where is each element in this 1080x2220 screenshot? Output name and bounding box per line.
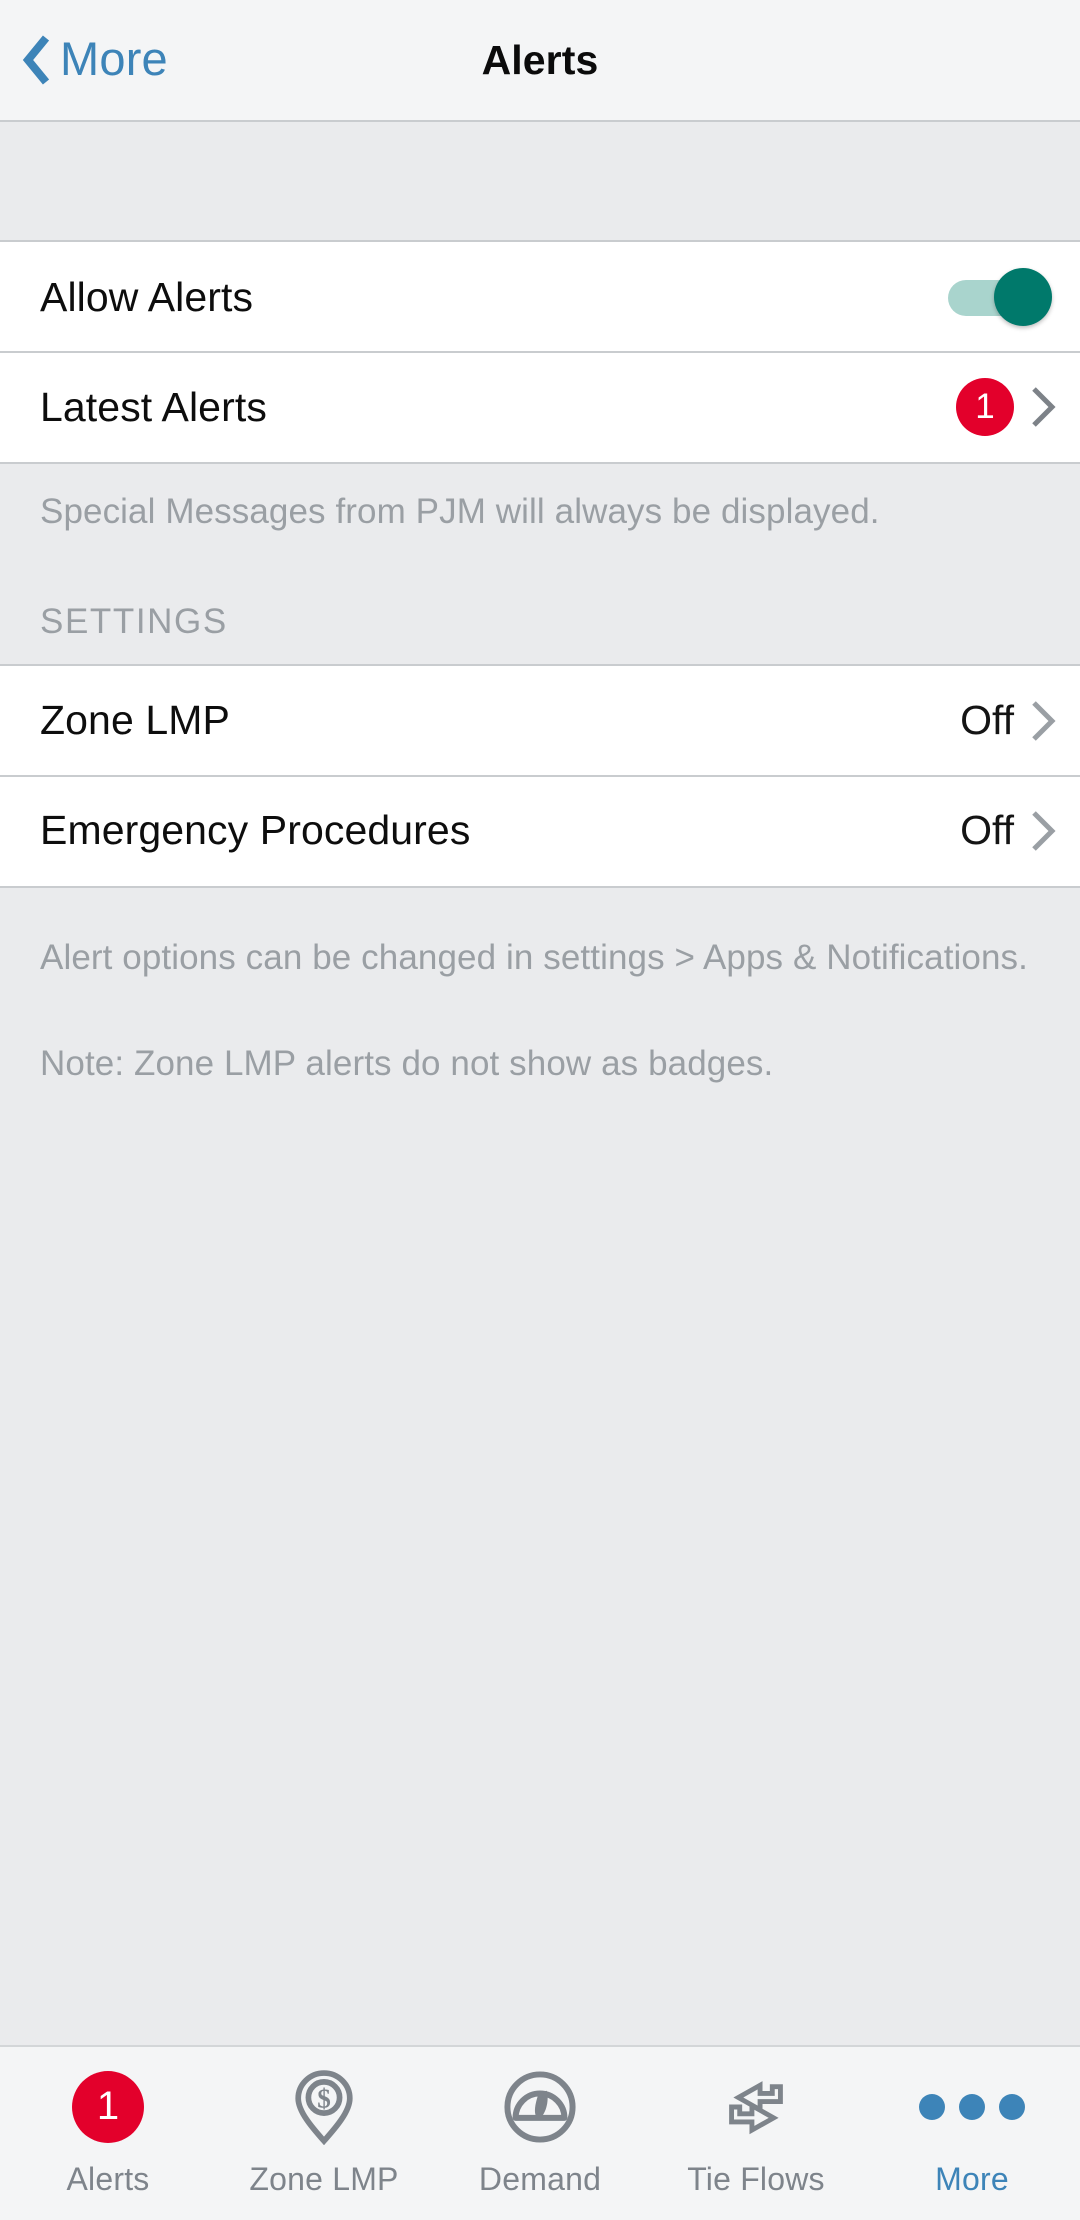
bottom-tab-bar: 1 Alerts $ Zone LMP Demand Tie Flows Mor… <box>0 2045 1080 2220</box>
tab-tie-flows[interactable]: Tie Flows <box>648 2069 864 2198</box>
footnotes: Alert options can be changed in settings… <box>0 888 1080 1086</box>
footnote-alert-options: Alert options can be changed in settings… <box>40 937 1028 977</box>
dot <box>959 2094 985 2120</box>
three-dots-icon <box>919 2094 1025 2120</box>
svg-text:$: $ <box>317 2084 331 2114</box>
tab-label: Tie Flows <box>687 2161 825 2197</box>
tab-alerts[interactable]: 1 Alerts <box>0 2069 216 2198</box>
settings-group: Zone LMP Off Emergency Procedures Off <box>0 663 1080 888</box>
gauge-icon <box>504 2071 576 2143</box>
tab-badge-count: 1 <box>72 2071 144 2143</box>
tab-icon-wrap <box>502 2069 578 2145</box>
row-accessory <box>948 267 1056 327</box>
row-zone-lmp[interactable]: Zone LMP Off <box>0 665 1080 776</box>
tab-icon-wrap: $ <box>288 2069 360 2145</box>
tab-more[interactable]: More <box>864 2069 1080 2198</box>
row-latest-alerts[interactable]: Latest Alerts 1 <box>0 351 1080 462</box>
tab-label: More <box>935 2161 1009 2197</box>
row-accessory: 1 <box>956 378 1056 436</box>
row-label: Latest Alerts <box>40 383 267 430</box>
row-label: Emergency Procedures <box>40 807 471 854</box>
row-value: Off <box>960 807 1014 854</box>
dot <box>919 2094 945 2120</box>
row-allow-alerts[interactable]: Allow Alerts <box>0 242 1080 352</box>
navigation-bar: More Alerts <box>0 0 1080 122</box>
tab-demand[interactable]: Demand <box>432 2069 648 2198</box>
chevron-right-icon <box>1032 387 1056 427</box>
back-button[interactable]: More <box>22 0 178 120</box>
alert-badge-icon: 1 <box>72 2069 144 2145</box>
tab-zone-lmp[interactable]: $ Zone LMP <box>216 2069 432 2198</box>
row-value: Off <box>960 697 1014 744</box>
back-button-label: More <box>60 32 168 85</box>
tab-icon-wrap <box>718 2069 794 2145</box>
status-badge: 1 <box>956 378 1014 436</box>
settings-section-header: SETTINGS <box>40 601 228 641</box>
alerts-group: Allow Alerts Latest Alerts 1 <box>0 240 1080 464</box>
chevron-right-icon <box>1032 700 1056 741</box>
exchange-arrows-icon <box>729 2081 783 2135</box>
row-label: Zone LMP <box>40 697 230 744</box>
row-accessory: Off <box>960 697 1056 744</box>
allow-alerts-toggle[interactable] <box>948 267 1056 327</box>
app-screen: More Alerts Allow Alerts Latest Alerts 1 <box>0 0 1080 2220</box>
row-emergency-procedures[interactable]: Emergency Procedures Off <box>0 774 1080 886</box>
tab-label: Alerts <box>66 2161 150 2197</box>
top-spacer <box>0 122 1080 240</box>
row-label: Allow Alerts <box>40 273 254 320</box>
map-pin-dollar-icon: $ <box>295 2070 353 2145</box>
dot <box>999 2094 1025 2120</box>
toggle-thumb <box>994 268 1052 326</box>
note-special-messages: Special Messages from PJM will always be… <box>40 492 880 531</box>
chevron-left-icon <box>22 35 50 85</box>
settings-content: Allow Alerts Latest Alerts 1 Special Mes… <box>0 122 1080 2045</box>
row-accessory: Off <box>960 807 1056 854</box>
tab-label: Zone LMP <box>249 2161 399 2197</box>
chevron-right-icon <box>1032 810 1056 851</box>
footnote-zone-lmp-note: Note: Zone LMP alerts do not show as bad… <box>40 1043 774 1083</box>
tab-icon-wrap <box>919 2069 1025 2145</box>
tab-label: Demand <box>478 2161 602 2197</box>
